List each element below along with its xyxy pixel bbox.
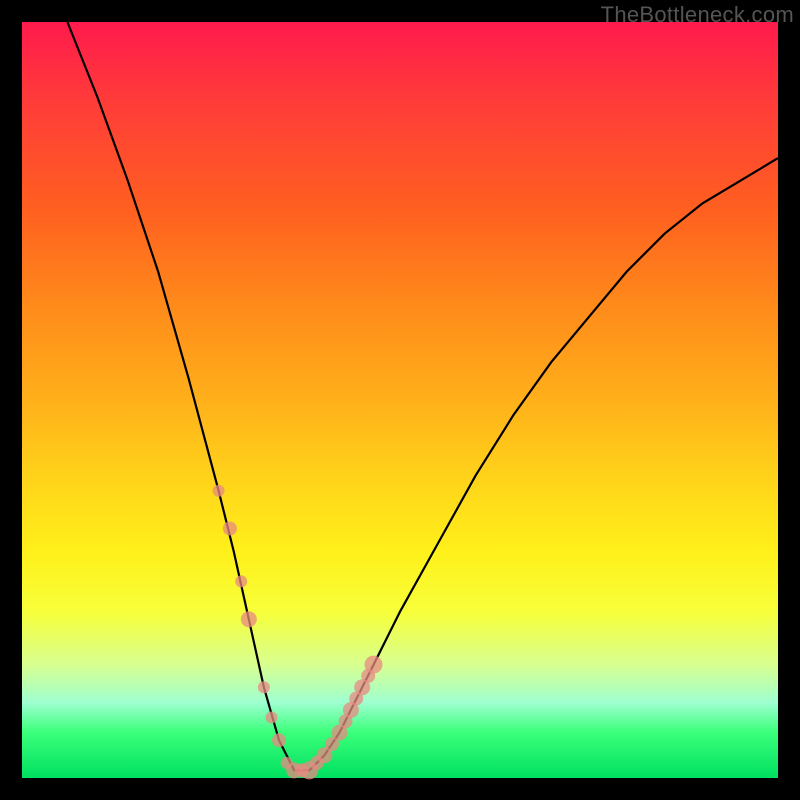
data-point — [258, 681, 270, 693]
data-point — [365, 656, 383, 674]
data-point — [213, 485, 225, 497]
plot-svg — [22, 22, 778, 778]
watermark-text: TheBottleneck.com — [601, 2, 794, 28]
data-point — [266, 712, 278, 724]
data-point — [235, 575, 247, 587]
data-point — [272, 733, 286, 747]
scatter-points — [213, 485, 383, 780]
curve-left-branch — [67, 22, 309, 770]
chart-canvas: TheBottleneck.com — [0, 0, 800, 800]
data-point — [223, 522, 237, 536]
plot-area — [22, 22, 778, 778]
data-point — [241, 611, 257, 627]
